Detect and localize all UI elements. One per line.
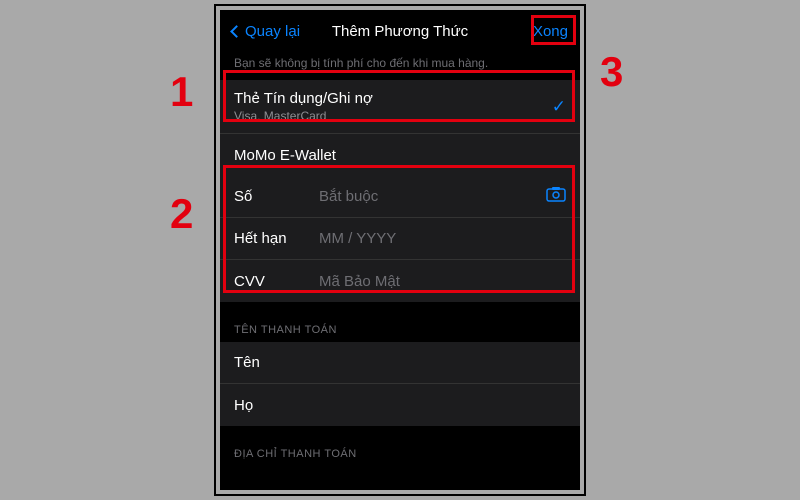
expiry-row: Hết hạn bbox=[220, 218, 580, 260]
cvv-row: CVV bbox=[220, 260, 580, 302]
back-button[interactable]: Quay lại bbox=[232, 23, 300, 40]
method-title: Thẻ Tín dụng/Ghi nợ bbox=[234, 90, 552, 107]
phone-screen: Quay lại Thêm Phương Thức Xong Bạn sẽ kh… bbox=[220, 10, 580, 490]
name-section-header: TÊN THANH TOÁN bbox=[220, 302, 580, 342]
navigation-bar: Quay lại Thêm Phương Thức Xong bbox=[220, 10, 580, 52]
number-label: Số bbox=[234, 188, 319, 205]
method-title: MoMo E-Wallet bbox=[234, 147, 566, 164]
expiry-label: Hết hạn bbox=[234, 230, 319, 247]
payment-methods-list: Thẻ Tín dụng/Ghi nợ Visa, MasterCard ✓ M… bbox=[220, 80, 580, 176]
checkmark-icon: ✓ bbox=[552, 97, 566, 117]
cvv-label: CVV bbox=[234, 273, 319, 290]
last-name-label: Họ bbox=[234, 397, 319, 414]
nav-title: Thêm Phương Thức bbox=[332, 23, 468, 40]
annotation-3: 3 bbox=[600, 48, 623, 96]
name-form: Tên Họ bbox=[220, 342, 580, 426]
method-credit-card[interactable]: Thẻ Tín dụng/Ghi nợ Visa, MasterCard ✓ bbox=[220, 80, 580, 134]
address-section-header: ĐỊA CHỈ THANH TOÁN bbox=[220, 426, 580, 466]
card-number-row: Số bbox=[220, 176, 580, 218]
chevron-left-icon bbox=[230, 25, 243, 38]
method-momo[interactable]: MoMo E-Wallet bbox=[220, 134, 580, 176]
camera-icon[interactable] bbox=[546, 186, 566, 207]
done-button[interactable]: Xong bbox=[533, 23, 568, 40]
card-details-form: Số Hết hạn CVV bbox=[220, 176, 580, 302]
last-name-row[interactable]: Họ bbox=[220, 384, 580, 426]
cvv-input[interactable] bbox=[319, 273, 566, 290]
card-number-input[interactable] bbox=[319, 188, 546, 205]
first-name-label: Tên bbox=[234, 354, 319, 371]
first-name-row[interactable]: Tên bbox=[220, 342, 580, 384]
expiry-input[interactable] bbox=[319, 230, 566, 247]
method-subtitle: Visa, MasterCard bbox=[234, 109, 552, 123]
annotation-1: 1 bbox=[170, 68, 193, 116]
back-label: Quay lại bbox=[245, 23, 300, 40]
info-subtitle: Bạn sẽ không bị tính phí cho đến khi mua… bbox=[220, 52, 580, 80]
annotation-2: 2 bbox=[170, 190, 193, 238]
